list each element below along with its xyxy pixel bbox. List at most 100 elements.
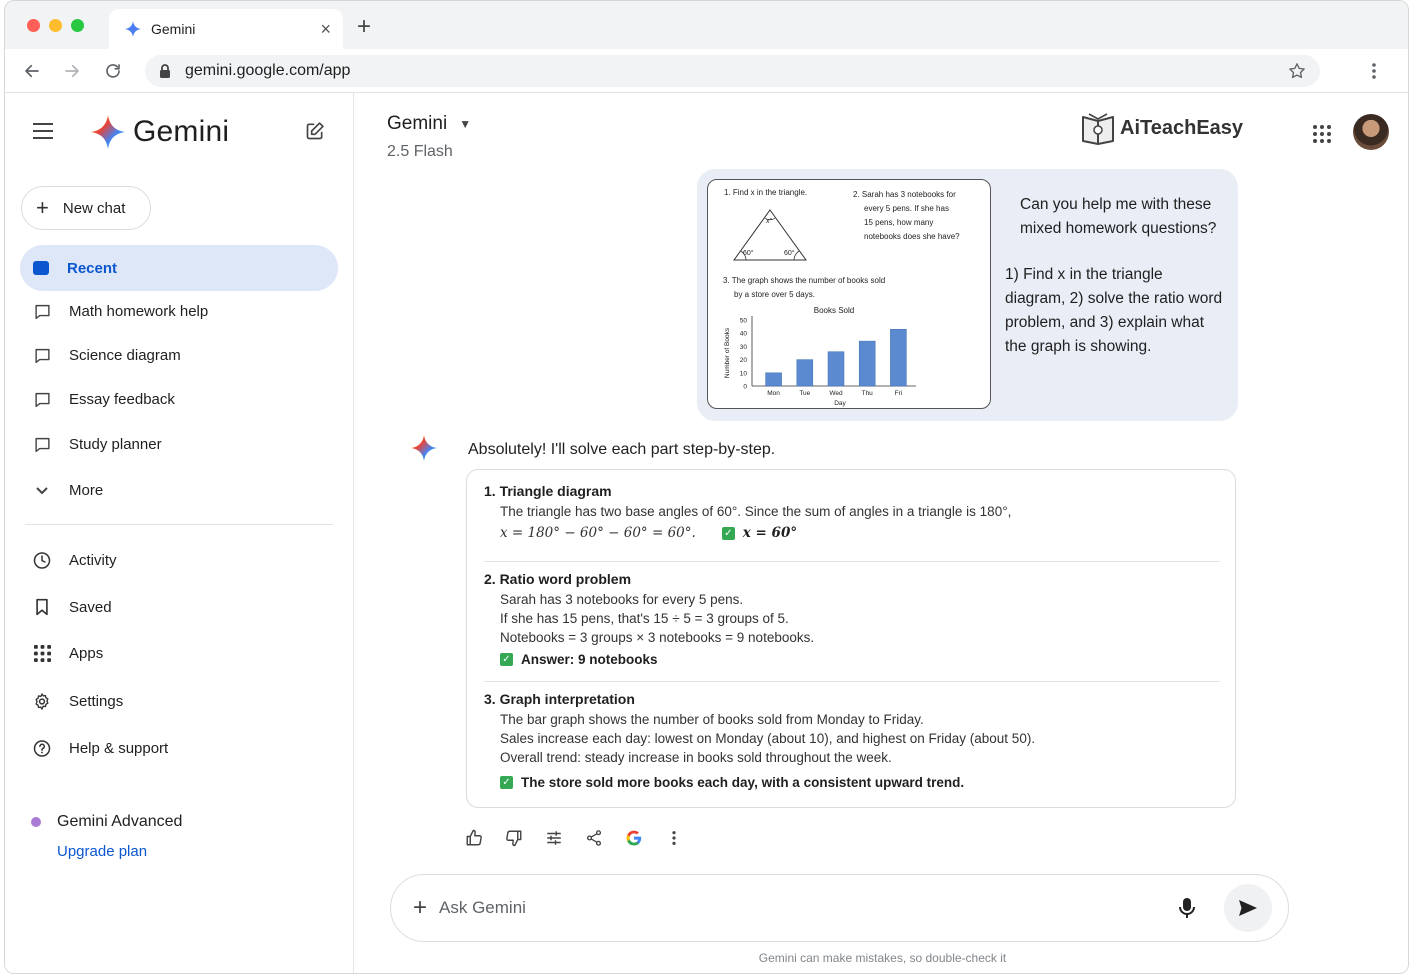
- triangle-result: x = 60°: [742, 525, 798, 541]
- homework-worksheet-image: 1. Find x in the triangle. 60° 60° x° 2.…: [707, 179, 991, 409]
- q3-line: by a store over 5 days.: [734, 290, 815, 299]
- chat-icon: [34, 304, 50, 319]
- section-heading: 3. Graph interpretation: [484, 691, 635, 707]
- q2-line: 15 pens, how many: [864, 218, 934, 227]
- book-logo-icon: [1082, 113, 1114, 145]
- sidebar: Gemini + New chat Recent Math homework h…: [5, 93, 354, 973]
- more-options-icon[interactable]: [665, 829, 683, 847]
- user-message-bubble: 1. Find x in the triangle. 60° 60° x° 2.…: [697, 169, 1238, 421]
- send-button[interactable]: [1224, 884, 1272, 932]
- angle-right-label: 60°: [784, 250, 795, 257]
- compose-icon[interactable]: [305, 121, 325, 141]
- lock-icon[interactable]: [159, 64, 171, 78]
- sidebar-item-settings[interactable]: Settings: [33, 692, 123, 711]
- browser-window: Gemini × + gemini.google.com/app Gemini …: [4, 0, 1409, 974]
- section-divider: [484, 681, 1220, 682]
- chat-icon: [34, 392, 50, 407]
- more-label: More: [69, 482, 104, 499]
- bookmark-star-icon[interactable]: [1288, 62, 1306, 80]
- chevron-down-icon: [36, 486, 48, 494]
- y-tick-label: 40: [740, 331, 748, 338]
- y-tick-label: 0: [743, 384, 747, 391]
- plus-icon: +: [36, 195, 49, 220]
- caret-down-icon: ▼: [459, 117, 472, 131]
- sidebar-item-label: Settings: [69, 693, 124, 710]
- y-axis-label: Number of Books: [724, 327, 731, 378]
- sidebar-item-label: Essay feedback: [69, 391, 175, 408]
- browser-tab-gemini[interactable]: Gemini ×: [109, 9, 343, 49]
- google-g-icon[interactable]: [625, 829, 643, 847]
- address-bar[interactable]: gemini.google.com/app: [145, 55, 1320, 87]
- add-attachment-icon[interactable]: +: [413, 894, 427, 922]
- thumbs-up-icon[interactable]: [465, 829, 483, 847]
- books-sold-bar-chart: Books Sold 0 10 20 30 40 50 Mon Tue Wed Thu Fri Day N…: [724, 306, 916, 407]
- hamburger-menu-icon[interactable]: [33, 123, 53, 144]
- close-tab-icon[interactable]: ×: [320, 19, 331, 40]
- new-chat-label: New chat: [62, 199, 126, 217]
- user-question: Can you help me with these mixed homewor…: [1005, 193, 1227, 381]
- microphone-icon[interactable]: [1179, 897, 1195, 919]
- angle-left-label: 60°: [743, 250, 754, 257]
- recent-label: Recent: [67, 259, 118, 277]
- section-triangle: 1. Triangle diagram The triangle has two…: [484, 482, 1220, 543]
- x-tick-label: Thu: [862, 390, 874, 397]
- minimize-window-button[interactable]: [49, 19, 62, 32]
- sidebar-item-more[interactable]: More: [33, 482, 103, 499]
- angle-top-label: x°: [766, 218, 773, 225]
- sidebar-item-label: Study planner: [69, 436, 162, 453]
- response-actions: [465, 829, 683, 847]
- forward-arrow-icon[interactable]: [63, 62, 81, 80]
- upgrade-plan-link[interactable]: Upgrade plan: [57, 843, 147, 860]
- maximize-window-button[interactable]: [71, 19, 84, 32]
- graph-result: The store sold more books each day, with…: [521, 775, 965, 790]
- model-version: 2.5 Flash: [387, 143, 453, 160]
- sidebar-item-saved[interactable]: Saved: [33, 598, 112, 616]
- section-line: Overall trend: steady increase in books …: [500, 750, 892, 765]
- sidebar-item-essay-feedback[interactable]: Essay feedback: [33, 391, 175, 408]
- model-name: Gemini: [387, 113, 448, 134]
- check-icon: ✓: [500, 653, 513, 666]
- advanced-dot-icon: [31, 817, 41, 827]
- close-window-button[interactable]: [27, 19, 40, 32]
- worksheet-q3: 3. The graph shows the number of books s…: [723, 274, 885, 302]
- model-selector[interactable]: Gemini ▼ 2.5 Flash: [387, 113, 471, 161]
- browser-menu-icon[interactable]: [1371, 62, 1377, 80]
- q2-line: 2. Sarah has 3 notebooks for: [853, 190, 956, 199]
- sidebar-item-math-homework-help[interactable]: Math homework help: [33, 303, 208, 320]
- y-tick-label: 20: [740, 357, 748, 364]
- reload-icon[interactable]: [104, 62, 122, 80]
- sidebar-item-activity[interactable]: Activity: [33, 551, 117, 570]
- tune-icon[interactable]: [545, 829, 563, 847]
- sidebar-item-help-support[interactable]: Help & support: [33, 739, 168, 758]
- gemini-advanced: Gemini Advanced: [31, 813, 182, 831]
- thumbs-down-icon[interactable]: [505, 829, 523, 847]
- prompt-input[interactable]: [439, 898, 1140, 918]
- back-arrow-icon[interactable]: [23, 62, 41, 80]
- sidebar-item-recent[interactable]: Recent: [20, 245, 338, 291]
- sidebar-item-label: Saved: [69, 598, 112, 616]
- url-text[interactable]: gemini.google.com/app: [185, 62, 1288, 80]
- brand-name: Gemini: [133, 115, 230, 148]
- new-tab-button[interactable]: +: [357, 13, 371, 41]
- gemini-response-sparkle-icon: [411, 435, 437, 461]
- help-circle-icon: [33, 740, 51, 757]
- user-question-intro: Can you help me with these mixed homewor…: [1020, 196, 1217, 237]
- avatar[interactable]: [1353, 114, 1389, 150]
- bar-thu: [858, 340, 876, 387]
- google-apps-icon[interactable]: [1313, 125, 1331, 143]
- bar-fri: [890, 328, 907, 387]
- sidebar-item-study-planner[interactable]: Study planner: [33, 436, 162, 453]
- chat-icon: [34, 437, 50, 452]
- sidebar-item-apps[interactable]: Apps: [33, 645, 103, 662]
- aiteacheasy-logo: AiTeachEasy: [1080, 111, 1243, 145]
- y-tick-label: 10: [740, 370, 748, 377]
- sidebar-item-label: Apps: [69, 645, 104, 662]
- new-chat-button[interactable]: + New chat: [21, 186, 151, 230]
- partner-name: AiTeachEasy: [1120, 116, 1244, 139]
- sidebar-item-science-diagram[interactable]: Science diagram: [33, 347, 181, 364]
- gear-icon: [35, 693, 49, 710]
- section-divider: [484, 561, 1220, 562]
- share-icon[interactable]: [585, 829, 603, 847]
- worksheet-q1: 1. Find x in the triangle.: [724, 188, 808, 197]
- bar-wed: [827, 351, 845, 387]
